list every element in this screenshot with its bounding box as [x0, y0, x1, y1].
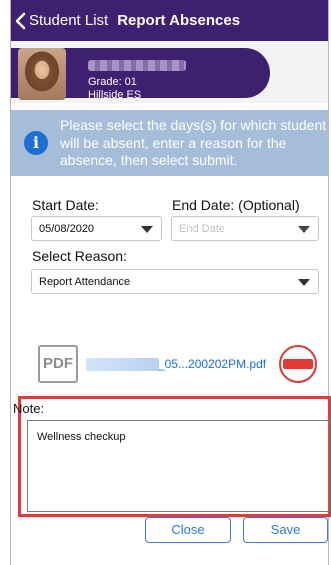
pdf-icon[interactable]: PDF — [38, 345, 78, 383]
save-button[interactable]: Save — [243, 517, 328, 543]
caret-down-icon — [141, 226, 153, 233]
chevron-left-icon — [15, 12, 26, 29]
reason-value: Report Attendance — [39, 275, 131, 288]
student-name-redacted — [88, 60, 186, 71]
student-school: Hillside ES — [88, 89, 142, 101]
minus-circle-icon — [283, 359, 313, 369]
remove-attachment-button[interactable] — [279, 345, 317, 383]
close-button[interactable]: Close — [145, 517, 231, 543]
avatar — [18, 48, 66, 100]
attachment-file-link[interactable]: _05...200202PM.pdf — [158, 357, 266, 371]
back-button[interactable]: Student List — [11, 12, 108, 30]
instructions-text: Please select the days(s) for which stud… — [60, 117, 327, 168]
end-date-label: End Date: (Optional) — [172, 197, 300, 213]
attachment-row: PDF _05...200202PM.pdf — [11, 337, 328, 389]
reason-label: Select Reason: — [32, 248, 127, 264]
note-textarea[interactable]: Wellness checkup — [27, 420, 329, 512]
start-date-label: Start Date: — [32, 197, 99, 213]
info-icon: i — [24, 131, 48, 155]
caret-down-icon — [298, 226, 310, 233]
start-date-picker[interactable]: 05/08/2020 — [31, 216, 162, 241]
end-date-picker[interactable]: End Date — [171, 216, 319, 241]
reason-select[interactable]: Report Attendance — [31, 269, 319, 294]
file-name-redacted — [86, 358, 159, 371]
back-label: Student List — [29, 12, 109, 29]
caret-down-icon — [298, 279, 310, 286]
note-label: Note: — [13, 401, 45, 416]
student-grade: Grade: 01 — [88, 76, 137, 88]
end-date-placeholder: End Date — [179, 222, 225, 235]
student-pill: Grade: 01 Hillside ES — [11, 48, 270, 101]
start-date-value: 05/08/2020 — [39, 222, 95, 235]
instructions-banner: i Please select the days(s) for which st… — [11, 110, 328, 176]
nav-bar: Student List Report Absences — [11, 0, 328, 41]
student-card: Grade: 01 Hillside ES — [11, 41, 328, 103]
page-title: Report Absences — [117, 12, 241, 29]
